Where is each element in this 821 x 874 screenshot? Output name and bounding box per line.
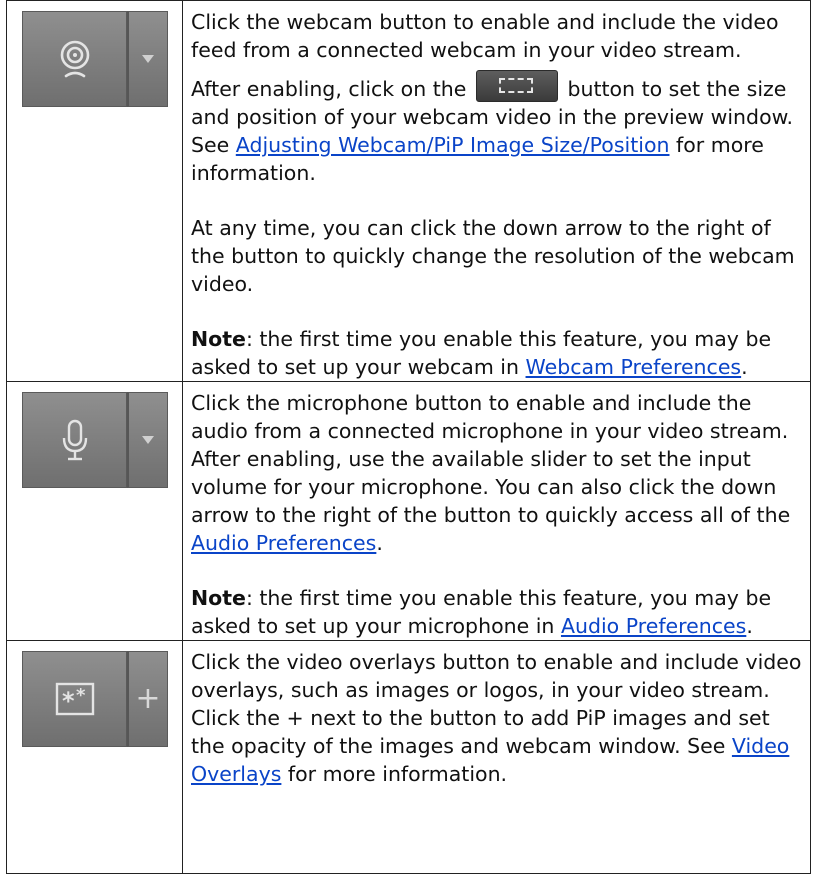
paragraph: Click the microphone button to enable an… [191, 389, 802, 557]
webcam-tool [22, 11, 168, 107]
audio-preferences-link[interactable]: Audio Preferences [191, 531, 376, 555]
add-overlay-button[interactable]: + [127, 651, 168, 747]
text: Click the video overlays button to enabl… [191, 650, 802, 758]
microphone-button[interactable] [22, 392, 127, 488]
text: Click the microphone button to enable an… [191, 391, 791, 527]
microphone-dropdown-button[interactable] [127, 392, 168, 488]
plus-icon: + [135, 681, 161, 716]
note-label: Note [191, 327, 246, 351]
paragraph: Click the video overlays button to enabl… [191, 648, 802, 788]
svg-text:*: * [76, 685, 86, 706]
paragraph: Click the webcam button to enable and in… [191, 10, 779, 62]
feature-table: Click the webcam button to enable and in… [6, 0, 811, 874]
text: for more information. [287, 762, 508, 786]
adjusting-webcam-link[interactable]: Adjusting Webcam/PiP Image Size/Position [236, 133, 670, 157]
paragraph: At any time, you can click the down arro… [191, 216, 795, 296]
description-cell: Click the microphone button to enable an… [182, 381, 811, 641]
description-cell: Click the video overlays button to enabl… [182, 640, 811, 874]
text: . [746, 614, 753, 638]
note-paragraph: Note: the first time you enable this fea… [191, 584, 802, 640]
button-cell: * * + [6, 640, 183, 874]
video-overlay-icon: * * [55, 682, 94, 716]
microphone-icon [62, 419, 87, 461]
webcam-button[interactable] [22, 11, 127, 107]
note-paragraph: Note: the first time you enable this fea… [191, 325, 802, 381]
table-row-video-overlays: * * + Click the video overlays button to… [6, 640, 811, 874]
microphone-tool [22, 392, 168, 488]
resize-frame-button[interactable] [475, 70, 558, 102]
button-cell [6, 0, 183, 382]
svg-text:*: * [62, 687, 75, 715]
table-row-webcam: Click the webcam button to enable and in… [6, 0, 811, 382]
video-overlays-tool: * * + [22, 651, 168, 747]
chevron-down-icon [142, 436, 154, 444]
video-overlays-button[interactable]: * * [22, 651, 127, 747]
audio-preferences-link[interactable]: Audio Preferences [561, 614, 746, 638]
note-label: Note [191, 586, 246, 610]
table-row-microphone: Click the microphone button to enable an… [6, 381, 811, 641]
button-cell [6, 381, 183, 641]
webcam-preferences-link[interactable]: Webcam Preferences [526, 355, 742, 379]
webcam-dropdown-button[interactable] [127, 11, 168, 107]
chevron-down-icon [142, 55, 154, 63]
paragraph: After enabling, click on the button to s… [191, 70, 802, 187]
description-cell: Click the webcam button to enable and in… [182, 0, 811, 382]
text: After enabling, click on the [191, 77, 467, 101]
text: . [741, 355, 748, 379]
text: . [376, 531, 383, 555]
webcam-icon [60, 40, 89, 78]
resize-frame-icon [498, 78, 533, 93]
